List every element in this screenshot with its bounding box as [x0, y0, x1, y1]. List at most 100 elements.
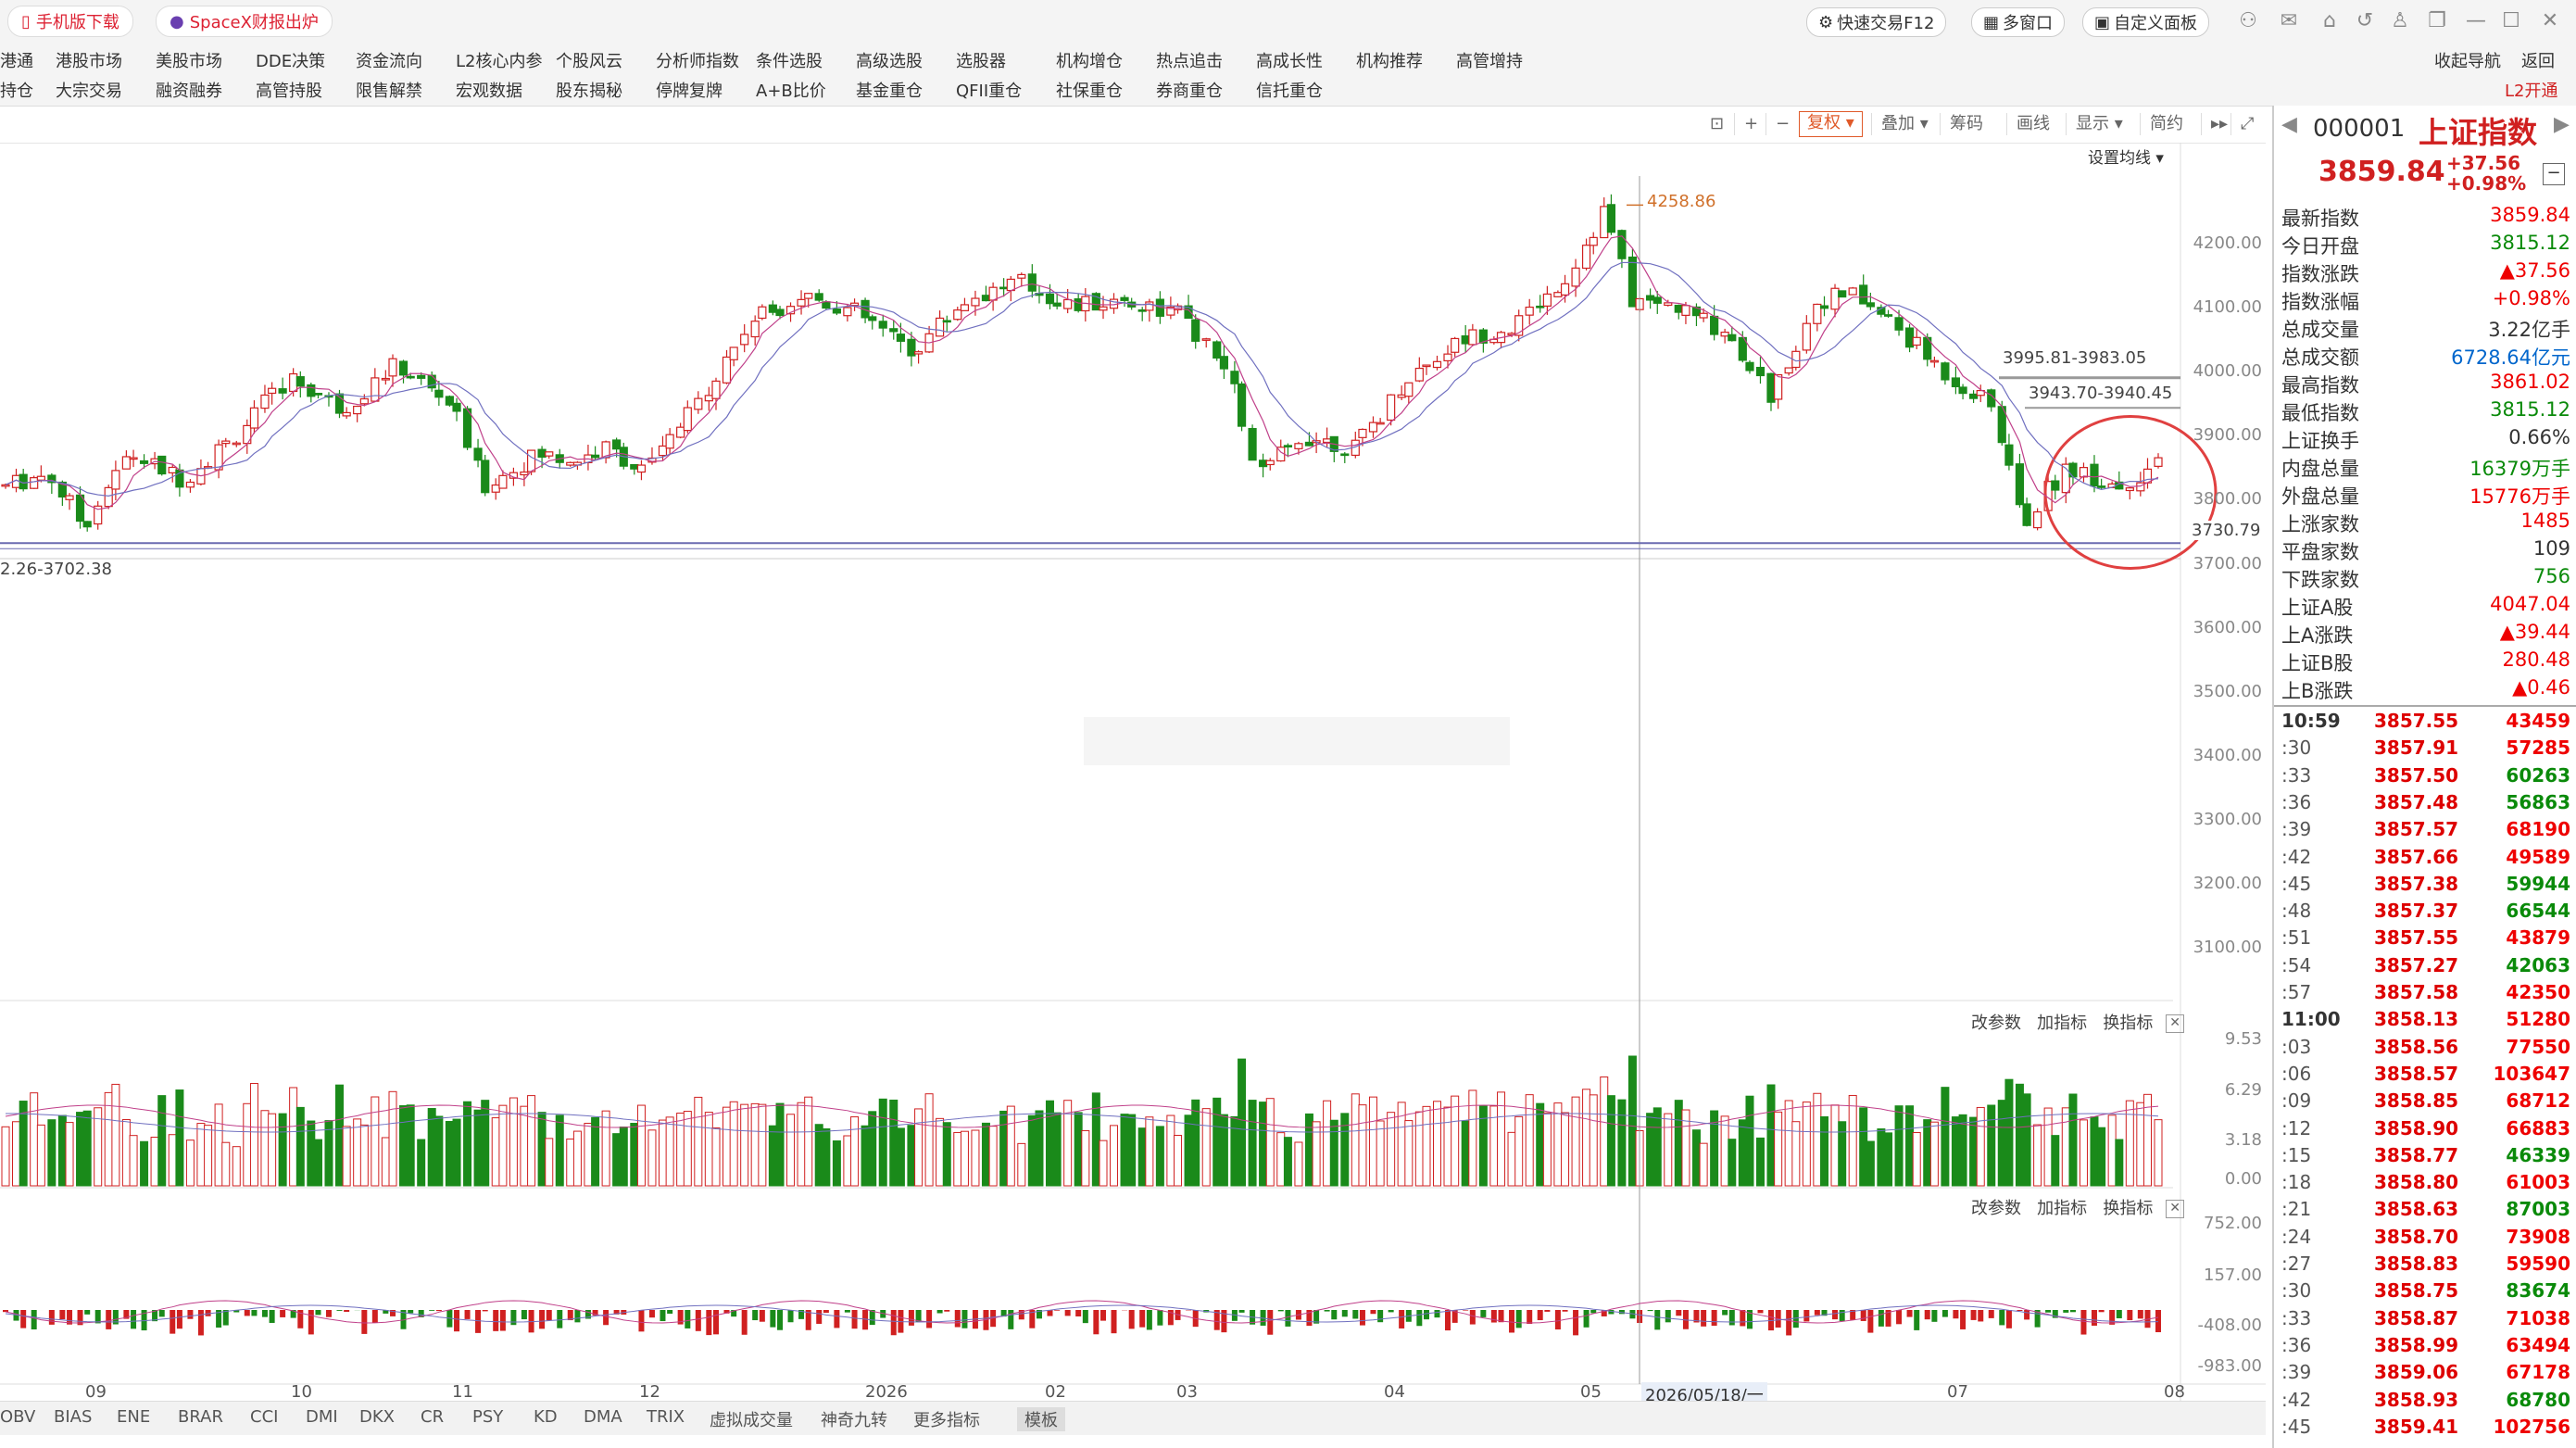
- undo-icon[interactable]: ↺: [2353, 9, 2377, 33]
- indicator-tab[interactable]: KD: [534, 1407, 558, 1427]
- minimize-icon[interactable]: —: [2464, 9, 2488, 33]
- shirt-icon[interactable]: ♙: [2388, 9, 2412, 33]
- indicator-tab[interactable]: BRAR: [178, 1407, 223, 1427]
- menu-item-11[interactable]: 机构增仓: [1056, 48, 1123, 72]
- candle-body: [658, 445, 668, 457]
- indicator-tab[interactable]: DKX: [359, 1407, 395, 1427]
- indicator-tab[interactable]: DMI: [306, 1407, 338, 1427]
- menu-item-7[interactable]: 分析师指数: [656, 48, 739, 72]
- tick-row: :21 3858.63 87003: [2281, 1198, 2570, 1225]
- chips-button[interactable]: 筹码: [1940, 113, 1983, 135]
- overlay-dropdown[interactable]: 叠加 ▾: [1871, 113, 1929, 135]
- menu-item-3[interactable]: DDE决策: [256, 48, 325, 72]
- indicator-tab[interactable]: CCI: [250, 1407, 278, 1427]
- submenu-item-4[interactable]: 限售解禁: [356, 78, 422, 102]
- menu-item-8[interactable]: 条件选股: [756, 48, 823, 72]
- collapse-nav-link[interactable]: 收起导航: [2434, 48, 2501, 72]
- fuquan-dropdown[interactable]: 复权 ▾: [1799, 111, 1863, 137]
- mobile-download-button[interactable]: ▯ 手机版下载: [7, 6, 133, 37]
- quote-key: 总成交额: [2281, 346, 2359, 369]
- draw-button[interactable]: 画线: [2006, 113, 2050, 135]
- indicator-tab[interactable]: ENE: [117, 1407, 150, 1427]
- volume-add-indicator[interactable]: 加指标: [2037, 1014, 2087, 1033]
- submenu-item-9[interactable]: 基金重仓: [856, 78, 923, 102]
- menu-item-13[interactable]: 高成长性: [1256, 48, 1323, 72]
- close-icon[interactable]: ✕: [2538, 9, 2562, 33]
- volume-bar: [452, 1118, 461, 1187]
- multi-window-button[interactable]: ▦ 多窗口: [1971, 7, 2066, 37]
- restore-icon[interactable]: ❐: [2425, 9, 2449, 33]
- volume-edit-params[interactable]: 改参数: [1971, 1014, 2021, 1033]
- kline-chart[interactable]: [0, 143, 2266, 1401]
- zoom-in-icon[interactable]: +: [1734, 113, 1758, 135]
- high-price-label: 4258.86: [1647, 192, 1716, 211]
- menu-item-5[interactable]: L2核心内参: [456, 48, 542, 72]
- menu-item-2[interactable]: 美股市场: [156, 48, 222, 72]
- submenu-item-13[interactable]: 信托重仓: [1256, 78, 1323, 102]
- spacex-news-button[interactable]: ● SpaceX财报出炉: [156, 6, 333, 37]
- user-icon[interactable]: ⚇: [2236, 9, 2260, 33]
- submenu-item-0[interactable]: 持仓: [0, 78, 33, 102]
- macd-edit-params[interactable]: 改参数: [1971, 1199, 2021, 1218]
- submenu-item-2[interactable]: 融资融券: [156, 78, 222, 102]
- indicator-tab[interactable]: BIAS: [54, 1407, 92, 1427]
- indicator-tab[interactable]: TRIX: [647, 1407, 685, 1427]
- menu-item-14[interactable]: 机构推荐: [1356, 48, 1423, 72]
- zoom-out-icon[interactable]: −: [1766, 113, 1790, 135]
- menu-item-6[interactable]: 个股风云: [556, 48, 622, 72]
- l2-open-link[interactable]: L2开通: [2505, 78, 2557, 102]
- indicator-tab[interactable]: 神奇九转: [821, 1407, 887, 1431]
- menu-item-15[interactable]: 高管增持: [1456, 48, 1523, 72]
- menu-item-9[interactable]: 高级选股: [856, 48, 923, 72]
- submenu-item-3[interactable]: 高管持股: [256, 78, 322, 102]
- menu-item-1[interactable]: 港股市场: [56, 48, 122, 72]
- submenu-item-11[interactable]: 社保重仓: [1056, 78, 1123, 102]
- indicator-tab[interactable]: DMA: [584, 1407, 622, 1427]
- quick-trade-button[interactable]: ⚙ 快速交易F12: [1806, 7, 1947, 37]
- submenu-item-10[interactable]: QFII重仓: [956, 78, 1022, 102]
- back-link[interactable]: 返回: [2521, 48, 2555, 72]
- volume-bar: [804, 1096, 813, 1187]
- tick-volume: 66883: [2506, 1116, 2570, 1140]
- fullscreen-icon[interactable]: ⤢: [2230, 113, 2254, 135]
- submenu-item-1[interactable]: 大宗交易: [56, 78, 122, 102]
- menu-item-4[interactable]: 资金流向: [356, 48, 422, 72]
- submenu-item-8[interactable]: A+B比价: [756, 78, 826, 102]
- simple-button[interactable]: 简约: [2140, 113, 2183, 135]
- menu-item-12[interactable]: 热点追击: [1156, 48, 1223, 72]
- tick-time: :30: [2281, 1279, 2312, 1303]
- indicator-tab[interactable]: PSY: [472, 1407, 503, 1427]
- indicator-tab[interactable]: 虚拟成交量: [710, 1407, 793, 1431]
- volume-bar: [1358, 1104, 1367, 1187]
- menu-item-0[interactable]: 港通: [0, 48, 33, 72]
- prev-icon[interactable]: ◀: [2281, 113, 2297, 136]
- submenu-item-5[interactable]: 宏观数据: [456, 78, 522, 102]
- time-axis-label: 08: [2164, 1382, 2185, 1402]
- indicator-tab[interactable]: OBV: [0, 1407, 35, 1427]
- custom-panel-button[interactable]: ▣ 自定义面板: [2082, 7, 2210, 37]
- volume-bar: [2142, 1093, 2152, 1187]
- display-dropdown[interactable]: 显示 ▾: [2066, 113, 2123, 135]
- collapse-icon[interactable]: −: [2543, 163, 2565, 185]
- macd-bar: [1728, 1310, 1735, 1326]
- menu-item-10[interactable]: 选股器: [956, 48, 1006, 72]
- submenu-item-6[interactable]: 股东揭秘: [556, 78, 622, 102]
- candle-body: [371, 377, 380, 402]
- macd-switch-indicator[interactable]: 换指标: [2103, 1199, 2153, 1218]
- macd-bar: [280, 1310, 286, 1317]
- lock-icon[interactable]: ⊡: [1701, 113, 1724, 135]
- candle-body: [1894, 317, 1904, 331]
- mail-icon[interactable]: ✉: [2277, 9, 2301, 33]
- fast-forward-icon[interactable]: ▸▸: [2201, 113, 2228, 135]
- indicator-tab[interactable]: 模板: [1017, 1407, 1065, 1431]
- macd-add-indicator[interactable]: 加指标: [2037, 1199, 2087, 1218]
- submenu-item-12[interactable]: 券商重仓: [1156, 78, 1223, 102]
- submenu-item-7[interactable]: 停牌复牌: [656, 78, 723, 102]
- maximize-icon[interactable]: ☐: [2499, 9, 2523, 33]
- home-icon[interactable]: ⌂: [2318, 9, 2342, 33]
- next-icon[interactable]: ▶: [2554, 113, 2570, 136]
- indicator-tab[interactable]: CR: [421, 1407, 444, 1427]
- tick-row: :12 3858.90 66883: [2281, 1117, 2570, 1144]
- indicator-tab[interactable]: 更多指标: [913, 1407, 980, 1431]
- volume-switch-indicator[interactable]: 换指标: [2103, 1014, 2153, 1033]
